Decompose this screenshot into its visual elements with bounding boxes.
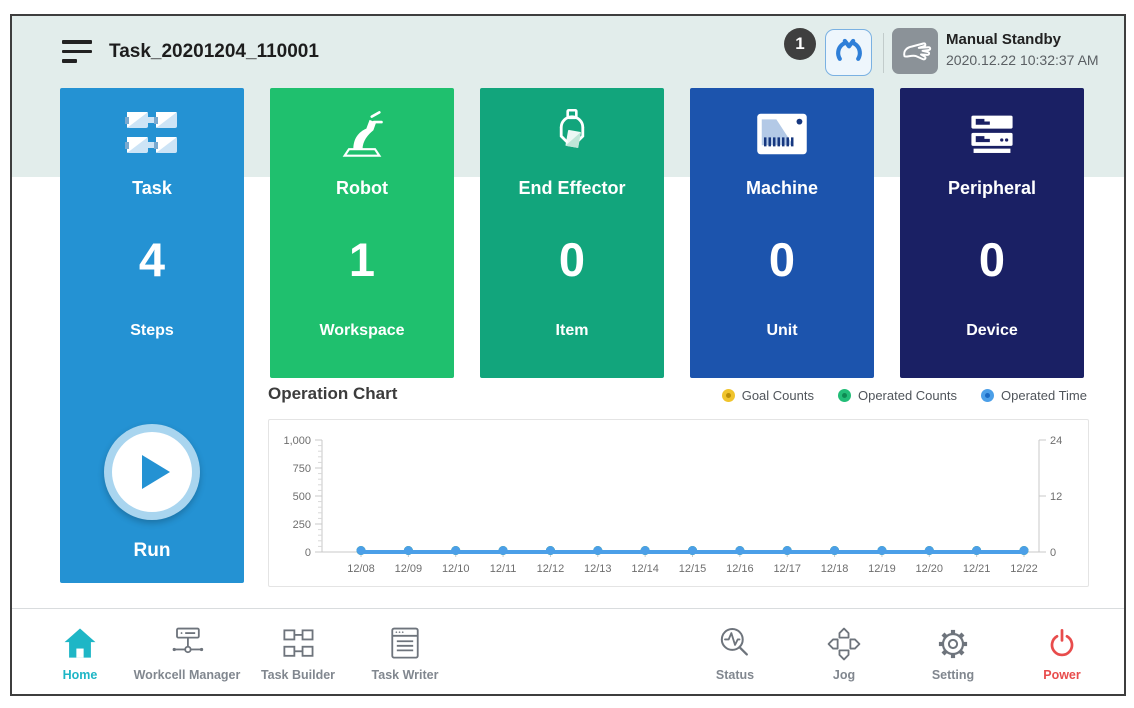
setting-gear-icon <box>933 622 973 664</box>
operation-chart-panel: 0 250 500 750 1,000 0 12 24 12/08 12/09 12/10 12/11… <box>268 419 1089 587</box>
svg-text:12/13: 12/13 <box>584 563 612 575</box>
menu-button[interactable] <box>62 40 92 63</box>
card-machine[interactable]: Machine 0 Unit <box>690 88 874 378</box>
svg-text:500: 500 <box>293 491 311 503</box>
svg-text:12: 12 <box>1050 491 1062 503</box>
peripheral-icon <box>900 104 1084 164</box>
svg-text:12/15: 12/15 <box>679 563 707 575</box>
home-icon <box>60 622 100 664</box>
task-icon <box>60 104 244 164</box>
gripper-icon <box>829 33 869 73</box>
svg-text:12/22: 12/22 <box>1010 563 1038 575</box>
app-screenshot: Task_20201204_110001 1 Manual Standby 20… <box>0 0 1134 708</box>
legend-operated-counts: Operated Counts <box>838 388 957 403</box>
svg-text:12/17: 12/17 <box>773 563 801 575</box>
svg-text:12/10: 12/10 <box>442 563 470 575</box>
card-unit: Unit <box>690 322 874 340</box>
card-name: Peripheral <box>900 178 1084 199</box>
legend-label: Goal Counts <box>742 388 814 403</box>
header-divider <box>883 33 884 73</box>
chart-legend: Goal Counts Operated Counts Operated Tim… <box>722 388 1087 403</box>
svg-text:1,000: 1,000 <box>283 435 311 447</box>
svg-text:12/18: 12/18 <box>821 563 849 575</box>
svg-text:12/21: 12/21 <box>963 563 991 575</box>
chart-title: Operation Chart <box>268 384 397 404</box>
card-value: 0 <box>900 232 1084 287</box>
jog-icon <box>824 622 864 664</box>
card-unit: Steps <box>60 322 244 340</box>
card-value: 1 <box>270 232 454 287</box>
tool-gripper-button[interactable] <box>825 29 872 76</box>
manual-mode-button[interactable] <box>892 28 938 74</box>
svg-text:0: 0 <box>305 547 311 559</box>
hamburger-icon <box>62 40 92 44</box>
goal-counts-dot-icon <box>722 389 735 402</box>
step-annotation-badge: 1 <box>784 28 816 60</box>
legend-label: Operated Time <box>1001 388 1087 403</box>
card-value: 0 <box>480 232 664 287</box>
card-name: Robot <box>270 178 454 199</box>
svg-text:12/16: 12/16 <box>726 563 754 575</box>
machine-icon <box>690 104 874 164</box>
robot-mode-status: Manual Standby 2020.12.22 10:32:37 AM <box>946 31 1099 68</box>
operation-chart: 0 250 500 750 1,000 0 12 24 12/08 12/09 12/10 12/11… <box>269 420 1086 584</box>
task-writer-icon <box>385 622 425 664</box>
svg-text:12/09: 12/09 <box>395 563 423 575</box>
svg-text:0: 0 <box>1050 547 1056 559</box>
page-title: Task_20201204_110001 <box>109 41 319 63</box>
svg-text:12/08: 12/08 <box>347 563 375 575</box>
task-builder-icon <box>278 622 318 664</box>
nav-task-writer[interactable]: Task Writer <box>340 622 470 688</box>
operated-counts-dot-icon <box>838 389 851 402</box>
card-peripheral[interactable]: Peripheral 0 Device <box>900 88 1084 378</box>
card-name: End Effector <box>480 178 664 199</box>
power-icon <box>1042 622 1082 664</box>
card-end-effector[interactable]: End Effector 0 Item <box>480 88 664 378</box>
card-unit: Device <box>900 322 1084 340</box>
mode-timestamp: 2020.12.22 10:32:37 AM <box>946 52 1099 68</box>
svg-text:750: 750 <box>293 463 311 475</box>
card-robot[interactable]: Robot 1 Workspace <box>270 88 454 378</box>
hand-icon <box>897 33 933 69</box>
run-button[interactable] <box>104 424 200 520</box>
svg-text:12/19: 12/19 <box>868 563 896 575</box>
card-unit: Workspace <box>270 322 454 340</box>
card-unit: Item <box>480 322 664 340</box>
svg-text:12/12: 12/12 <box>537 563 565 575</box>
end-effector-icon <box>480 104 664 164</box>
card-value: 4 <box>60 232 244 287</box>
card-name: Machine <box>690 178 874 199</box>
run-label: Run <box>60 540 244 562</box>
legend-operated-time: Operated Time <box>981 388 1087 403</box>
card-name: Task <box>60 178 244 199</box>
play-icon <box>142 455 170 489</box>
legend-label: Operated Counts <box>858 388 957 403</box>
nav-divider <box>12 608 1124 609</box>
robot-arm-icon <box>270 104 454 164</box>
svg-text:12/14: 12/14 <box>631 563 659 575</box>
card-value: 0 <box>690 232 874 287</box>
svg-text:12/11: 12/11 <box>490 563 517 575</box>
card-task[interactable]: Task 4 Steps Run <box>60 88 244 583</box>
operated-time-dot-icon <box>981 389 994 402</box>
svg-text:24: 24 <box>1050 435 1062 447</box>
svg-text:250: 250 <box>293 519 311 531</box>
teach-pendant-screen: Task_20201204_110001 1 Manual Standby 20… <box>10 14 1126 696</box>
legend-goal-counts: Goal Counts <box>722 388 814 403</box>
svg-text:12/20: 12/20 <box>916 563 944 575</box>
mode-label: Manual Standby <box>946 31 1099 48</box>
nav-power[interactable]: Power <box>997 622 1126 688</box>
status-icon <box>715 622 755 664</box>
workcell-manager-icon <box>166 622 208 664</box>
